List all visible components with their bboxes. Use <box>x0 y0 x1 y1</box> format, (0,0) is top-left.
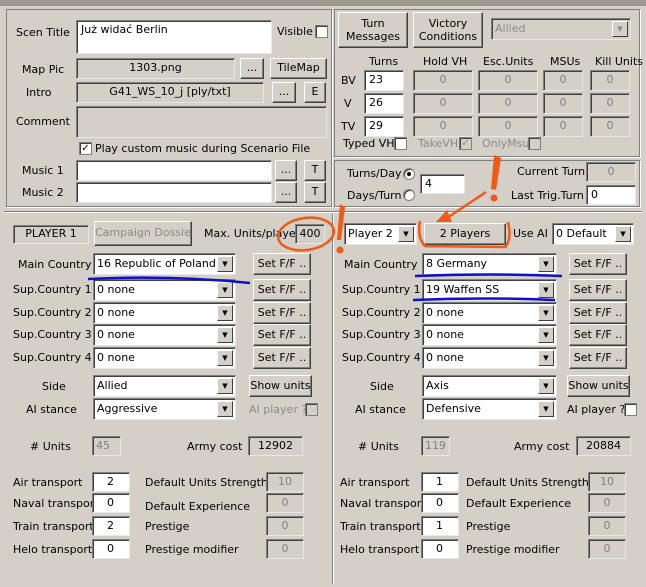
annotation-exclamation-left-stroke <box>337 204 345 240</box>
annotation-arrow <box>443 190 487 222</box>
annotation-exclamation-right-stroke <box>491 155 501 190</box>
annotation-exclamation-left-dot <box>336 246 344 254</box>
annotation-underline-p1 <box>87 276 251 285</box>
annotation-exclamation-right-dot <box>490 194 498 202</box>
annotation-circle <box>276 216 336 252</box>
annotation-underline-p2-main <box>414 273 563 278</box>
annotation-bracket <box>417 220 511 249</box>
annotation-overlay <box>87 155 563 302</box>
annotation-underline-p2-sup <box>412 297 556 302</box>
